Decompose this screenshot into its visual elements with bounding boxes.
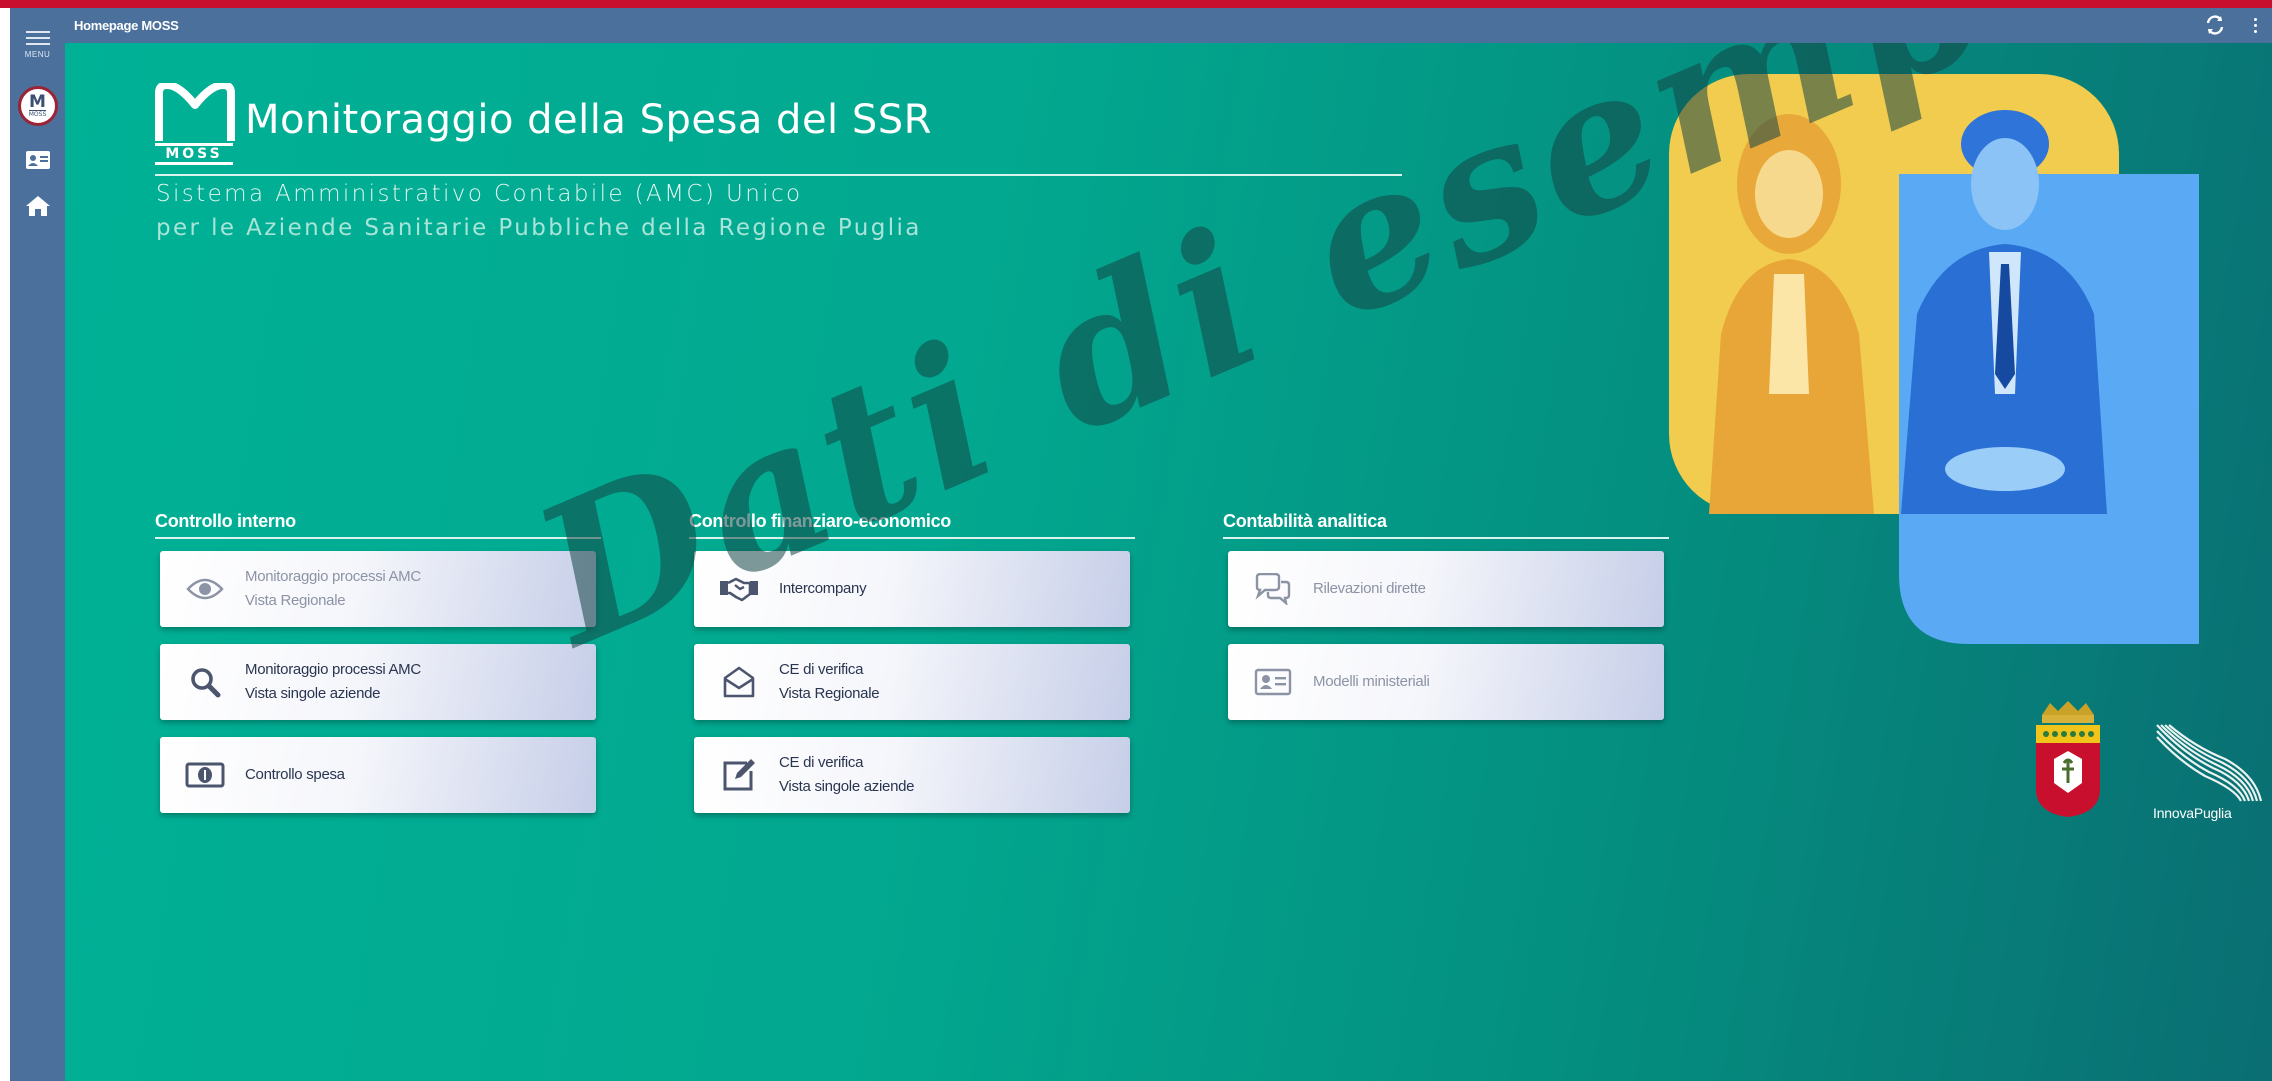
tile-label: CE di verifica: [779, 754, 864, 771]
title-bar: Homepage MOSS: [65, 8, 2272, 43]
app-title: Monitoraggio della Spesa del SSR: [245, 97, 932, 143]
tile-sublabel: Vista Regionale: [779, 685, 880, 702]
moss-brand-logo: MOSS: [155, 81, 235, 167]
comments-icon: [1252, 568, 1294, 610]
profile-card-button[interactable]: [10, 143, 65, 177]
money-bill-icon: [184, 754, 226, 796]
left-gutter: [0, 8, 10, 1081]
page-title: Homepage MOSS: [74, 18, 179, 33]
tile-monitoraggio-regionale[interactable]: Monitoraggio processi AMC Vista Regionale: [160, 551, 596, 627]
section-title: Controllo interno: [155, 510, 601, 539]
app-subtitle-region: per le Aziende Sanitarie Pubbliche della…: [156, 215, 922, 241]
tile-label: Controllo spesa: [245, 766, 345, 783]
moss-app-button[interactable]: M MOSS: [10, 78, 65, 134]
tile-intercompany[interactable]: Intercompany: [694, 551, 1130, 627]
tile-label: Monitoraggio processi AMC: [245, 661, 421, 678]
moss-logo-word: MOSS: [155, 143, 233, 165]
handshake-icon: [718, 568, 760, 610]
innovapuglia-mark-icon: [2156, 724, 2263, 802]
tile-modelli-ministeriali[interactable]: Modelli ministeriali: [1228, 644, 1664, 720]
m-logo-icon: [155, 81, 235, 141]
logo-word: MOSS: [28, 110, 47, 118]
section-title: Controllo finanziaro-economico: [689, 510, 1135, 539]
eye-icon: [184, 568, 226, 610]
tile-label: Monitoraggio processi AMC: [245, 568, 421, 585]
section-contabilita-analitica: Contabilità analitica Rilevazioni dirett…: [1223, 510, 1669, 720]
moss-logo-icon: M MOSS: [17, 86, 58, 126]
tile-monitoraggio-aziende[interactable]: Monitoraggio processi AMC Vista singole a…: [160, 644, 596, 720]
tile-sublabel: Vista Regionale: [245, 592, 346, 609]
innovapuglia-wordmark: InnovaPuglia: [2153, 805, 2232, 821]
search-icon: [184, 661, 226, 703]
envelope-open-icon: [718, 661, 760, 703]
title-divider: [155, 174, 1402, 176]
section-controllo-finanziario: Controllo finanziaro-economico Intercomp…: [689, 510, 1135, 813]
menu-label: MENU: [24, 50, 51, 59]
logo-letter: M: [29, 92, 46, 112]
tile-label: CE di verifica: [779, 661, 864, 678]
refresh-button[interactable]: [2204, 14, 2226, 36]
app-subtitle: Sistema Amministrativo Contabile (AMC) U…: [156, 181, 803, 207]
top-accent-bar: [0, 0, 2272, 8]
tile-ce-aziende[interactable]: CE di verifica Vista singole aziende: [694, 737, 1130, 813]
id-card-icon: [1252, 661, 1294, 703]
main-content: MOSS Monitoraggio della Spesa del SSR Si…: [65, 43, 2272, 1081]
regione-puglia-crest: [2036, 701, 2100, 817]
tile-label: Modelli ministeriali: [1313, 673, 1430, 690]
menu-button[interactable]: MENU: [10, 18, 65, 68]
tile-controllo-spesa[interactable]: Controllo spesa: [160, 737, 596, 813]
section-controllo-interno: Controllo interno Monitoraggio processi …: [155, 510, 601, 813]
id-card-icon: [25, 151, 50, 169]
tile-sublabel: Vista singole aziende: [779, 778, 915, 795]
edit-icon: [718, 754, 760, 796]
more-options-button[interactable]: [2248, 14, 2262, 36]
refresh-icon: [2206, 15, 2224, 35]
tile-rilevazioni-dirette[interactable]: Rilevazioni dirette: [1228, 551, 1664, 627]
home-button[interactable]: [10, 188, 65, 224]
innovapuglia-logo: InnovaPuglia: [2153, 723, 2263, 823]
tile-label: Intercompany: [779, 580, 867, 597]
hero-illustration: [1669, 74, 2199, 644]
section-title: Contabilità analitica: [1223, 510, 1669, 539]
side-rail: MENU M MOSS: [10, 8, 65, 1081]
hamburger-icon: [25, 27, 50, 49]
tile-label: Rilevazioni dirette: [1313, 580, 1426, 597]
tile-ce-regionale[interactable]: CE di verifica Vista Regionale: [694, 644, 1130, 720]
home-icon: [25, 196, 50, 216]
tile-sublabel: Vista singole aziende: [245, 685, 381, 702]
